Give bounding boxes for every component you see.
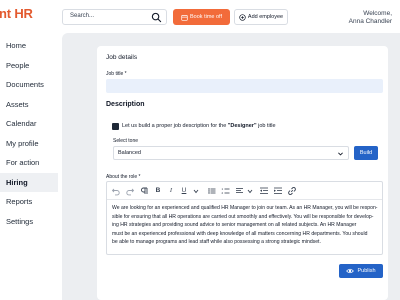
welcome-text: Welcome,: [363, 10, 392, 17]
chevron-down-icon: [338, 152, 343, 156]
book-time-off-button[interactable]: Book time off: [173, 9, 230, 25]
job-details-heading: Job details: [106, 54, 138, 61]
sidebar-item-home[interactable]: Home: [0, 36, 58, 56]
user-name: Anna Chandler: [348, 18, 392, 25]
ai-build-job-name: "Designer": [227, 123, 257, 129]
search-placeholder: Search...: [70, 13, 95, 19]
about-role-editor[interactable]: B I U 12 We are looking for an experienc…: [106, 181, 383, 255]
italic-icon[interactable]: I: [166, 186, 176, 196]
calendar-icon: [181, 14, 188, 21]
svg-text:2: 2: [222, 191, 224, 195]
user-greeting[interactable]: Welcome, Anna Chandler: [349, 10, 392, 26]
undo-icon[interactable]: [111, 186, 121, 196]
align-left-icon[interactable]: [235, 186, 245, 196]
about-role-line: must be an experienced professional with…: [112, 230, 368, 237]
about-role-line: ing HR strategies and providing sound ad…: [112, 222, 357, 229]
sidebar-item-hiring[interactable]: Hiring: [0, 172, 58, 192]
logo-hr: HR: [14, 6, 33, 21]
text-color-dropdown-icon[interactable]: [191, 186, 201, 196]
build-button[interactable]: Build: [354, 146, 378, 160]
numbered-list-icon[interactable]: 12: [221, 186, 231, 196]
book-time-off-label: Book time off: [190, 14, 222, 20]
add-employee-label: Add employee: [247, 14, 284, 20]
publish-label: Publish: [357, 268, 376, 274]
redo-icon[interactable]: [125, 186, 135, 196]
add-employee-button[interactable]: Add employee: [234, 9, 288, 25]
indent-icon[interactable]: [273, 186, 283, 196]
ai-build-label-suffix: job title: [256, 123, 276, 129]
job-title-input[interactable]: [106, 79, 383, 93]
about-role-line: sible for ensuring that all HR operation…: [112, 213, 374, 220]
app-logo: ent HR: [0, 6, 33, 21]
about-role-text: We are looking for an experienced and qu…: [112, 204, 380, 247]
logo-text: ent: [0, 6, 11, 21]
search-icon[interactable]: [151, 12, 162, 23]
paragraph-format-icon[interactable]: [139, 186, 149, 196]
tone-select-value: Balanced: [118, 150, 141, 156]
sidebar-item-people[interactable]: People: [0, 56, 58, 76]
sidebar-item-for-action[interactable]: For action: [0, 153, 58, 173]
underline-icon[interactable]: U: [179, 186, 189, 196]
tone-select[interactable]: Balanced: [113, 146, 349, 160]
eye-icon: [346, 268, 355, 274]
bold-icon[interactable]: B: [153, 186, 163, 196]
link-icon[interactable]: [287, 186, 297, 196]
outdent-icon[interactable]: [259, 186, 269, 196]
ai-build-label: Let us build a proper job description fo…: [122, 123, 276, 129]
ai-build-checkbox[interactable]: [112, 123, 119, 130]
select-tone-label: Select tone: [113, 138, 139, 144]
sidebar-nav: Home People Documents Assets Calendar My…: [0, 36, 58, 231]
sidebar-item-assets[interactable]: Assets: [0, 95, 58, 115]
sidebar-item-reports[interactable]: Reports: [0, 192, 58, 212]
editor-toolbar: B I U 12: [107, 182, 382, 200]
about-role-label: About the role *: [106, 174, 141, 180]
sidebar-item-settings[interactable]: Settings: [0, 212, 58, 232]
about-role-line: be able to manage programs and lead staf…: [112, 239, 321, 246]
publish-button[interactable]: Publish: [339, 264, 383, 278]
align-dropdown-icon[interactable]: [245, 186, 255, 196]
search-input[interactable]: Search...: [62, 9, 167, 25]
job-title-label: Job title *: [106, 71, 127, 77]
description-heading: Description: [106, 101, 145, 108]
about-role-line: We are looking for an experienced and qu…: [112, 205, 378, 211]
ai-build-label-prefix: Let us build a proper job description fo…: [122, 123, 228, 129]
bullet-list-icon[interactable]: [207, 186, 217, 196]
add-circle-icon: [239, 13, 246, 21]
sidebar-item-calendar[interactable]: Calendar: [0, 114, 58, 134]
sidebar-item-my-profile[interactable]: My profile: [0, 134, 58, 154]
sidebar-item-documents[interactable]: Documents: [0, 75, 58, 95]
